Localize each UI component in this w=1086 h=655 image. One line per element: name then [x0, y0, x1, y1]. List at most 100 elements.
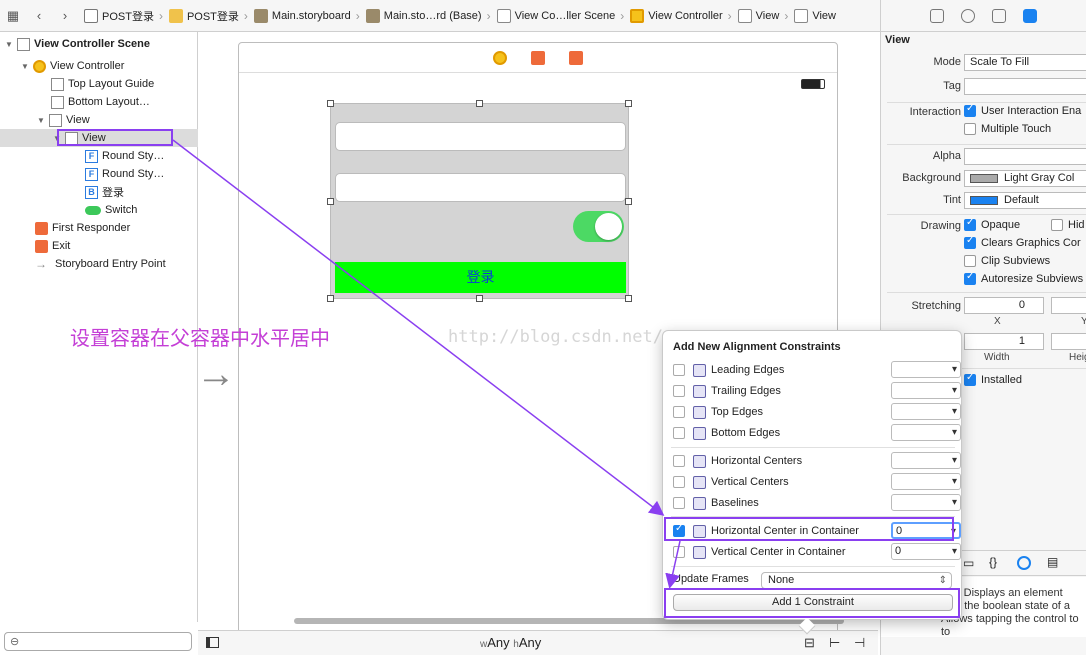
- resize-handle[interactable]: [476, 100, 483, 107]
- outline-top-guide[interactable]: Top Layout Guide: [0, 75, 198, 93]
- offset-dropdown[interactable]: 0: [891, 522, 961, 539]
- checkbox-icon[interactable]: [673, 523, 685, 537]
- first-responder-icon[interactable]: [531, 50, 545, 65]
- resize-handle[interactable]: [476, 295, 483, 302]
- outline-bottom-guide[interactable]: Bottom Layout…: [0, 93, 198, 111]
- horizontal-centers-row[interactable]: Horizontal Centers: [673, 452, 961, 470]
- offset-dropdown[interactable]: [891, 424, 961, 441]
- background-select[interactable]: Light Gray Col: [964, 170, 1086, 187]
- outline-text-field-2[interactable]: F Round Sty…: [0, 165, 198, 183]
- leading-edges-row[interactable]: Leading Edges: [673, 361, 961, 379]
- identity-inspector-icon[interactable]: [992, 8, 1007, 23]
- resize-handle[interactable]: [327, 198, 334, 205]
- outline-exit[interactable]: Exit: [0, 237, 198, 255]
- breadcrumb-project[interactable]: POST登录 ›: [78, 8, 163, 24]
- stretch-y-field[interactable]: [1051, 297, 1086, 314]
- offset-dropdown[interactable]: [891, 403, 961, 420]
- forward-arrow-icon[interactable]: ›: [52, 8, 78, 23]
- password-field[interactable]: [335, 173, 626, 202]
- username-field[interactable]: [335, 122, 626, 151]
- outline-switch[interactable]: Switch: [0, 201, 198, 219]
- breadcrumb-storyboard[interactable]: Main.storyboard ›: [248, 8, 360, 23]
- file-template-icon[interactable]: ▭: [963, 556, 974, 570]
- stretch-x-field[interactable]: 0: [964, 297, 1044, 314]
- outline-toggle-icon[interactable]: [206, 637, 219, 648]
- breadcrumb-storyboard-base[interactable]: Main.sto…rd (Base) ›: [360, 8, 491, 23]
- resolve-issues-icon[interactable]: ⊣: [854, 635, 865, 651]
- outline-button[interactable]: B 登录: [0, 183, 198, 201]
- quick-help-icon[interactable]: [960, 8, 975, 23]
- disclosure-triangle-icon[interactable]: ▼: [20, 62, 30, 71]
- exit-icon[interactable]: [569, 50, 583, 65]
- outline-filter-field[interactable]: ⊖: [4, 632, 192, 651]
- related-items-icon[interactable]: ▦: [0, 8, 26, 24]
- bottom-edges-row[interactable]: Bottom Edges: [673, 424, 961, 442]
- tag-field[interactable]: [964, 78, 1086, 95]
- outline-view-controller[interactable]: ▼ View Controller: [0, 57, 198, 75]
- checkbox-icon[interactable]: [673, 364, 685, 376]
- vertical-center-in-container-row[interactable]: Vertical Center in Container 0: [673, 543, 961, 561]
- offset-dropdown[interactable]: [891, 473, 961, 490]
- breadcrumb-folder[interactable]: POST登录 ›: [163, 8, 248, 24]
- offset-dropdown[interactable]: [891, 361, 961, 378]
- outline-scene[interactable]: ▼ View Controller Scene: [0, 35, 198, 53]
- checkbox-icon[interactable]: [673, 546, 685, 558]
- attributes-inspector-icon[interactable]: [1023, 8, 1038, 23]
- checkbox-icon[interactable]: [673, 455, 685, 467]
- resize-handle[interactable]: [625, 100, 632, 107]
- checkbox-icon[interactable]: [673, 385, 685, 397]
- login-button[interactable]: 登录: [335, 262, 626, 293]
- stretch-height-field[interactable]: [1051, 333, 1086, 350]
- breadcrumb-scene[interactable]: View Co…ller Scene ›: [491, 8, 624, 23]
- multiple-touch-checkbox[interactable]: Multiple Touch: [964, 123, 1051, 135]
- installed-checkbox[interactable]: Installed: [964, 372, 1022, 386]
- add-constraint-button[interactable]: Add 1 Constraint: [673, 594, 953, 611]
- offset-dropdown[interactable]: 0: [891, 543, 961, 560]
- checkbox-icon[interactable]: [673, 427, 685, 439]
- resize-handle[interactable]: [625, 198, 632, 205]
- opaque-checkbox[interactable]: Opaque: [964, 217, 1020, 231]
- back-arrow-icon[interactable]: ‹: [26, 8, 52, 23]
- breadcrumb-view-controller[interactable]: View Controller ›: [624, 8, 732, 23]
- breadcrumb-view-child[interactable]: View: [788, 8, 836, 23]
- outline-text-field-1[interactable]: F Round Sty…: [0, 147, 198, 165]
- offset-dropdown[interactable]: [891, 494, 961, 511]
- horizontal-center-in-container-row[interactable]: Horizontal Center in Container0: [673, 522, 961, 540]
- clears-graphics-checkbox[interactable]: Clears Graphics Cor: [964, 235, 1081, 249]
- update-frames-select[interactable]: None: [761, 572, 952, 589]
- resize-handle[interactable]: [327, 100, 334, 107]
- view-controller-icon[interactable]: [493, 50, 507, 65]
- disclosure-triangle-icon[interactable]: ▼: [4, 40, 14, 49]
- checkbox-icon[interactable]: [673, 476, 685, 488]
- hidden-checkbox[interactable]: Hid: [1051, 219, 1085, 231]
- outline-root-view[interactable]: ▼ View: [0, 111, 198, 129]
- outline-first-responder[interactable]: First Responder: [0, 219, 198, 237]
- clip-subviews-checkbox[interactable]: Clip Subviews: [964, 255, 1050, 267]
- outline-child-view[interactable]: ▼ View: [0, 129, 198, 147]
- disclosure-triangle-icon[interactable]: ▼: [52, 134, 62, 143]
- pin-icon[interactable]: ⊢: [829, 635, 840, 651]
- tint-select[interactable]: Default: [964, 192, 1086, 209]
- trailing-edges-row[interactable]: Trailing Edges: [673, 382, 961, 400]
- checkbox-icon[interactable]: [673, 406, 685, 418]
- checkbox-icon[interactable]: [673, 497, 685, 509]
- offset-dropdown[interactable]: [891, 382, 961, 399]
- media-library-icon[interactable]: ▤: [1047, 555, 1058, 569]
- vertical-centers-row[interactable]: Vertical Centers: [673, 473, 961, 491]
- top-edges-row[interactable]: Top Edges: [673, 403, 961, 421]
- resize-handle[interactable]: [327, 295, 334, 302]
- align-icon[interactable]: ⊟: [804, 635, 815, 651]
- offset-dropdown[interactable]: [891, 452, 961, 469]
- breadcrumb-view[interactable]: View ›: [732, 8, 788, 23]
- file-inspector-icon[interactable]: [929, 8, 944, 23]
- resize-handle[interactable]: [625, 295, 632, 302]
- size-class-button[interactable]: wAny hAny: [480, 635, 541, 650]
- stretch-width-field[interactable]: 1: [964, 333, 1044, 350]
- switch-toggle[interactable]: [573, 211, 624, 242]
- baselines-row[interactable]: Baselines: [673, 494, 961, 512]
- container-view[interactable]: 登录: [327, 100, 632, 302]
- autoresize-subviews-checkbox[interactable]: Autoresize Subviews: [964, 271, 1083, 285]
- alpha-field[interactable]: [964, 148, 1086, 165]
- outline-entry-point[interactable]: → Storyboard Entry Point: [0, 255, 198, 273]
- code-snippet-icon[interactable]: {}: [989, 555, 997, 569]
